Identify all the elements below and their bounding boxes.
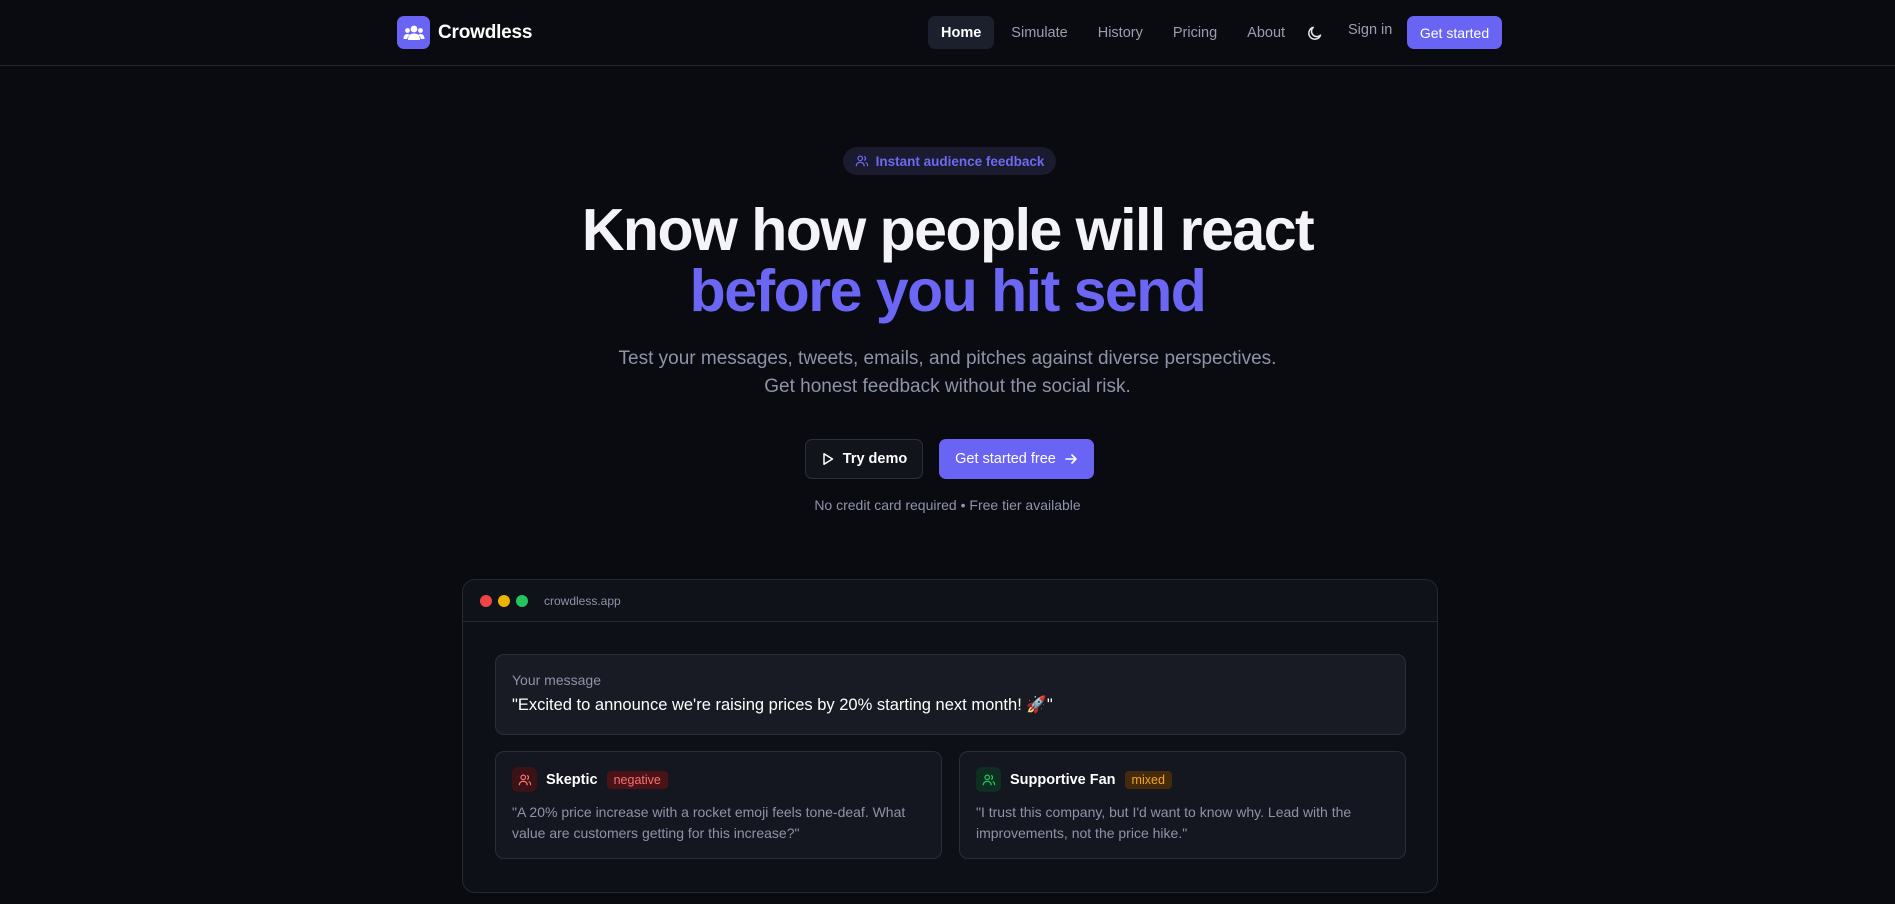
nav-about[interactable]: About	[1234, 16, 1298, 49]
window-url: crowdless.app	[544, 593, 621, 608]
headline-line-2: before you hit send	[689, 258, 1207, 324]
subtitle-line-2: Get honest feedback without the social r…	[764, 376, 1131, 397]
brand-name: Crowdless	[438, 21, 533, 43]
minimize-dot	[498, 594, 510, 607]
badge-text: Instant audience feedback	[875, 153, 1045, 169]
message-card: Your message "Excited to announce we're …	[495, 654, 1406, 735]
get-started-free-label: Get started free	[955, 451, 1056, 467]
top-navbar: Crowdless Home Simulate History Pricing …	[0, 0, 1895, 66]
nav-history[interactable]: History	[1085, 16, 1156, 49]
sentiment-badge: negative	[606, 770, 668, 789]
message-label: Your message	[512, 672, 601, 688]
users-icon	[855, 155, 868, 167]
persona-quote: "A 20% price increase with a rocket emoj…	[512, 804, 906, 841]
get-started-button[interactable]: Get started	[1407, 16, 1502, 49]
persona-name: Skeptic	[546, 771, 598, 788]
moon-icon[interactable]	[1303, 21, 1327, 45]
nav-links: Home Simulate History Pricing About	[928, 16, 1298, 49]
try-demo-label: Try demo	[842, 451, 908, 467]
users-icon	[976, 767, 1001, 792]
hero-subtitle: Test your messages, tweets, emails, and …	[0, 345, 1895, 401]
maximize-dot	[516, 594, 528, 607]
persona-card-skeptic: Skeptic negative "A 20% price increase w…	[495, 751, 942, 859]
nav-simulate[interactable]: Simulate	[998, 16, 1080, 49]
get-started-free-button[interactable]: Get started free	[939, 439, 1094, 479]
sign-in-link[interactable]: Sign in	[1348, 22, 1392, 38]
feedback-badge: Instant audience feedback	[843, 147, 1056, 175]
try-demo-button[interactable]: Try demo	[805, 439, 923, 479]
nav-pricing[interactable]: Pricing	[1160, 16, 1230, 49]
persona-card-supportive-fan: Supportive Fan mixed "I trust this compa…	[959, 751, 1406, 859]
no-credit-card-note: No credit card required • Free tier avai…	[814, 497, 1081, 513]
play-icon	[823, 453, 834, 465]
arrow-right-icon	[1065, 454, 1077, 464]
message-text: "Excited to announce we're raising price…	[512, 696, 1053, 714]
users-icon	[512, 767, 537, 792]
demo-preview-window: crowdless.app Your message "Excited to a…	[462, 579, 1438, 893]
persona-name: Supportive Fan	[1010, 771, 1116, 788]
subtitle-line-1: Test your messages, tweets, emails, and …	[618, 348, 1277, 369]
hero-headline: Know how people will react before you hi…	[0, 200, 1895, 322]
nav-home[interactable]: Home	[928, 16, 995, 49]
persona-quote: "I trust this company, but I'd want to k…	[976, 804, 1352, 841]
close-dot	[480, 594, 492, 607]
headline-line-1: Know how people will react	[581, 197, 1315, 263]
window-titlebar: crowdless.app	[463, 580, 1437, 622]
users-icon	[397, 16, 430, 49]
brand[interactable]: Crowdless	[397, 16, 532, 49]
sentiment-badge: mixed	[1124, 770, 1172, 789]
